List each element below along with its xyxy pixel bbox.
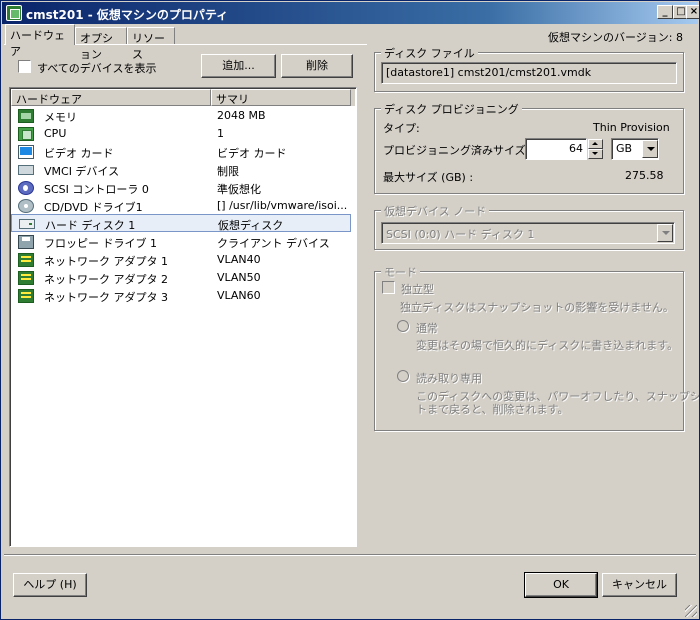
resize-grip-icon[interactable] [685, 605, 697, 617]
hardware-row[interactable]: CD/DVD ドライブ1 [] /usr/lib/vmware/isoi... [11, 197, 351, 215]
mode-title: モード [381, 264, 420, 280]
independent-description: 独立ディスクはスナップショットの影響を受けません。 [400, 301, 674, 314]
hardware-row-selected[interactable]: ハード ディスク 1 仮想ディスク [11, 214, 351, 232]
cancel-button[interactable]: キャンセル [602, 573, 677, 597]
hardware-summary: VLAN60 [217, 289, 261, 302]
hardware-name: SCSI コントローラ 0 [44, 183, 149, 196]
column-header-hardware[interactable]: ハードウェア [11, 89, 211, 106]
cpu-icon [18, 127, 34, 141]
show-all-devices-checkbox[interactable] [18, 60, 31, 73]
add-button[interactable]: 追加... [201, 54, 276, 78]
vm-icon [6, 5, 22, 21]
hardware-row[interactable]: CPU 1 [11, 125, 351, 143]
tab-hardware[interactable]: ハードウェア [5, 24, 75, 58]
hardware-list-header: ハードウェア サマリ [11, 89, 355, 106]
hardware-summary: VLAN40 [217, 253, 261, 266]
provision-type-value: Thin Provision [593, 121, 670, 134]
independent-checkbox[interactable] [382, 281, 395, 294]
vmci-device-icon [18, 165, 34, 175]
title-bar[interactable]: cmst201 - 仮想マシンのプロパティ _ □ × [2, 2, 699, 24]
hardware-name: フロッピー ドライブ 1 [44, 237, 157, 250]
size-unit-value: GB [616, 142, 633, 155]
remove-button[interactable]: 削除 [281, 54, 353, 78]
vm-properties-window: cmst201 - 仮想マシンのプロパティ _ □ × ハードウェア オプション… [0, 0, 700, 620]
hardware-row[interactable]: ネットワーク アダプタ 2 VLAN50 [11, 269, 351, 287]
video-card-icon [18, 145, 34, 159]
minimize-button[interactable]: _ [657, 5, 673, 19]
network-adapter-icon [18, 253, 34, 267]
hardware-summary: VLAN50 [217, 271, 261, 284]
normal-mode-radio[interactable] [397, 320, 409, 332]
ok-button[interactable]: OK [524, 572, 598, 598]
vm-version-label: 仮想マシンのバージョン: 8 [548, 31, 683, 44]
hardware-name: ハード ディスク 1 [45, 219, 136, 232]
hardware-name: ネットワーク アダプタ 1 [44, 255, 168, 268]
hardware-row[interactable]: ネットワーク アダプタ 1 VLAN40 [11, 251, 351, 269]
virtual-device-node-select[interactable]: SCSI (0:0) ハード ディスク 1 [381, 222, 675, 244]
hardware-row[interactable]: フロッピー ドライブ 1 クライアント デバイス [11, 233, 351, 251]
provisioned-size-input[interactable]: 64 [525, 138, 587, 160]
normal-mode-description: 変更はその場で恒久的にディスクに書き込まれます。 [416, 339, 679, 352]
disk-file-field[interactable]: [datastore1] cmst201/cmst201.vmdk [381, 62, 677, 84]
hardware-summary: クライアント デバイス [217, 237, 330, 250]
network-adapter-icon [18, 289, 34, 303]
column-header-summary[interactable]: サマリ [211, 89, 351, 106]
hardware-name: ビデオ カード [44, 147, 114, 160]
hardware-summary: 1 [217, 127, 224, 140]
provision-type-label: タイプ: [383, 122, 420, 135]
network-adapter-icon [18, 271, 34, 285]
help-button[interactable]: ヘルプ (H) [13, 573, 87, 597]
max-size-value: 275.58 [625, 169, 664, 182]
size-spin-down-icon[interactable] [588, 149, 603, 159]
hardware-summary: ビデオ カード [217, 147, 287, 160]
scsi-controller-icon [18, 181, 34, 195]
tab-resources[interactable]: リソース [127, 27, 175, 61]
hardware-name: CPU [44, 127, 67, 140]
disk-file-title: ディスク ファイル [381, 45, 478, 61]
show-all-devices-label: すべてのデバイスを表示 [37, 62, 157, 75]
hardware-name: VMCI デバイス [44, 165, 120, 178]
cd-dvd-icon [18, 199, 34, 213]
hardware-summary: 2048 MB [217, 109, 266, 122]
disk-provisioning-title: ディスク プロビジョニング [381, 101, 522, 117]
hardware-row[interactable]: ネットワーク アダプタ 3 VLAN60 [11, 287, 351, 305]
readonly-mode-description-line2: トまで戻ると、削除されます。 [416, 403, 569, 416]
provisioned-size-label: プロビジョニング済みサイズ: [383, 144, 530, 157]
hardware-summary: 準仮想化 [217, 183, 261, 196]
normal-mode-label: 通常 [416, 322, 438, 335]
hardware-list[interactable]: ハードウェア サマリ メモリ 2048 MB CPU 1 ビデオ カード ビデオ… [9, 87, 357, 547]
size-unit-dropdown-icon[interactable] [642, 140, 658, 158]
hardware-name: ネットワーク アダプタ 3 [44, 291, 168, 304]
virtual-device-node-title: 仮想デバイス ノード [381, 203, 490, 219]
hardware-row[interactable]: ビデオ カード ビデオ カード [11, 143, 351, 161]
tab-options[interactable]: オプション [75, 27, 127, 61]
size-spin-up-icon[interactable] [588, 139, 603, 149]
hardware-row[interactable]: VMCI デバイス 制限 [11, 161, 351, 179]
hard-disk-icon [19, 219, 35, 229]
hardware-summary: 仮想ディスク [218, 219, 284, 232]
hardware-name: ネットワーク アダプタ 2 [44, 273, 168, 286]
independent-label: 独立型 [401, 283, 434, 296]
memory-icon [18, 109, 34, 123]
window-title: cmst201 - 仮想マシンのプロパティ [26, 8, 229, 22]
floppy-drive-icon [18, 235, 34, 249]
virtual-device-node-dropdown-icon[interactable] [657, 224, 673, 242]
readonly-mode-label: 読み取り専用 [416, 372, 482, 385]
hardware-name: メモリ [44, 111, 77, 124]
hardware-summary: [] /usr/lib/vmware/isoi... [217, 199, 348, 212]
readonly-mode-radio[interactable] [397, 370, 409, 382]
hardware-name: CD/DVD ドライブ1 [44, 201, 143, 214]
footer-divider [4, 554, 696, 555]
hardware-row[interactable]: メモリ 2048 MB [11, 107, 351, 125]
close-button[interactable]: × [686, 5, 699, 19]
hardware-row[interactable]: SCSI コントローラ 0 準仮想化 [11, 179, 351, 197]
hardware-summary: 制限 [217, 165, 239, 178]
max-size-label: 最大サイズ (GB) : [383, 171, 474, 184]
